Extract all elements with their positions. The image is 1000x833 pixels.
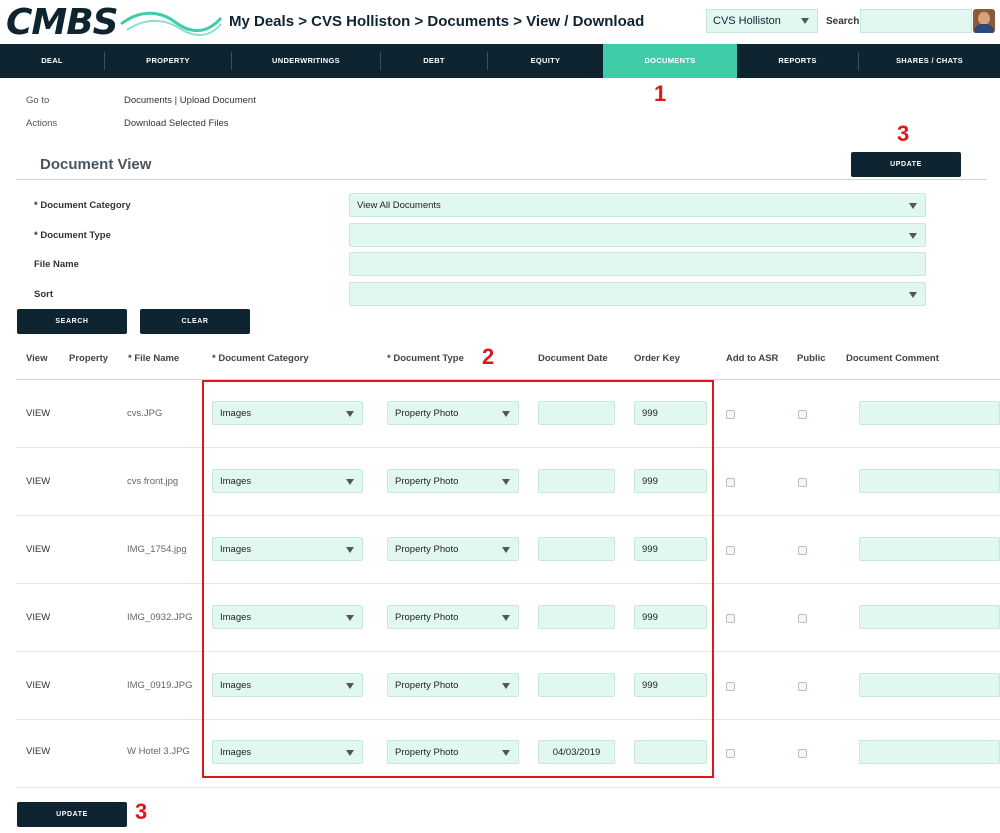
tab-equity[interactable]: EQUITY — [488, 44, 603, 78]
file-name: IMG_1754.jpg — [127, 544, 187, 555]
filename-input[interactable] — [349, 252, 926, 276]
view-link[interactable]: VIEW — [26, 544, 50, 555]
col-header-file-name: * File Name — [128, 353, 180, 364]
public-checkbox[interactable] — [798, 410, 807, 419]
category-label: * Document Category — [34, 200, 131, 211]
file-name: IMG_0919.JPG — [127, 680, 193, 691]
actions-label: Actions — [26, 118, 58, 129]
annotation-marker-1: 1 — [654, 81, 667, 106]
public-checkbox[interactable] — [798, 682, 807, 691]
type-label: * Document Type — [34, 230, 111, 241]
chevron-down-icon — [801, 18, 809, 24]
clear-button[interactable]: CLEAR — [140, 309, 250, 334]
file-name: cvs.JPG — [127, 408, 163, 419]
view-link[interactable]: VIEW — [26, 746, 50, 757]
document-comment-input[interactable] — [859, 673, 1000, 697]
chevron-down-icon — [909, 292, 917, 298]
breadcrumb: My Deals > CVS Holliston > Documents > V… — [229, 13, 645, 30]
update-button-top[interactable]: UPDATE — [851, 152, 961, 177]
add-to-asr-checkbox[interactable] — [726, 682, 735, 691]
update-button-bottom[interactable]: UPDATE — [17, 802, 127, 827]
col-header-order-key: Order Key — [634, 353, 680, 364]
add-to-asr-checkbox[interactable] — [726, 410, 735, 419]
tab-reports[interactable]: REPORTS — [737, 44, 858, 78]
main-nav: DEAL PROPERTY UNDERWRITINGS DEBT EQUITY … — [0, 44, 1000, 78]
wave-logo-icon — [120, 11, 223, 36]
col-header-document-category: * Document Category — [212, 353, 309, 364]
deal-select-value: CVS Holliston — [713, 15, 781, 27]
goto-label: Go to — [26, 95, 50, 106]
section-divider — [16, 179, 987, 180]
view-link[interactable]: VIEW — [26, 680, 50, 691]
app-header: CMBS My Deals > CVS Holliston > Document… — [0, 0, 1000, 44]
document-comment-input[interactable] — [859, 605, 1000, 629]
public-checkbox[interactable] — [798, 546, 807, 555]
public-checkbox[interactable] — [798, 478, 807, 487]
public-checkbox[interactable] — [798, 614, 807, 623]
annotation-marker-3-bottom: 3 — [135, 799, 148, 824]
add-to-asr-checkbox[interactable] — [726, 546, 735, 555]
tab-deal[interactable]: DEAL — [0, 44, 104, 78]
download-selected-link[interactable]: Download Selected Files — [124, 118, 229, 129]
sort-label: Sort — [34, 289, 53, 300]
add-to-asr-checkbox[interactable] — [726, 749, 735, 758]
col-header-view: View — [26, 353, 48, 364]
category-select[interactable]: View All Documents — [349, 193, 926, 217]
tab-documents[interactable]: DOCUMENTS — [603, 44, 737, 78]
search-label: Search — [826, 16, 860, 27]
col-header-document-comment: Document Comment — [846, 353, 939, 364]
annotation-marker-2: 2 — [482, 344, 495, 369]
highlight-box — [202, 380, 714, 778]
sort-select[interactable] — [349, 282, 926, 306]
deal-select[interactable]: CVS Holliston — [706, 9, 818, 33]
goto-links[interactable]: Documents | Upload Document — [124, 95, 256, 106]
cmbs-logo[interactable]: CMBS — [4, 2, 223, 43]
col-header-document-date: Document Date — [538, 353, 608, 364]
view-link[interactable]: VIEW — [26, 408, 50, 419]
tab-underwritings[interactable]: UNDERWRITINGS — [232, 44, 380, 78]
view-link[interactable]: VIEW — [26, 612, 50, 623]
search-input[interactable] — [860, 9, 972, 33]
file-name: cvs front.jpg — [127, 476, 179, 487]
col-header-property: Property — [69, 353, 109, 364]
add-to-asr-checkbox[interactable] — [726, 478, 735, 487]
tab-property[interactable]: PROPERTY — [105, 44, 231, 78]
public-checkbox[interactable] — [798, 749, 807, 758]
tab-shares-chats[interactable]: SHARES / CHATS — [859, 44, 1000, 78]
document-comment-input[interactable] — [859, 537, 1000, 561]
type-select[interactable] — [349, 223, 926, 247]
col-header-document-type: * Document Type — [387, 353, 464, 364]
document-comment-input[interactable] — [859, 401, 1000, 425]
chevron-down-icon — [909, 203, 917, 209]
avatar[interactable] — [973, 9, 995, 33]
chevron-down-icon — [909, 233, 917, 239]
document-comment-input[interactable] — [859, 740, 1000, 764]
search-button[interactable]: SEARCH — [17, 309, 127, 334]
page-title: Document View — [40, 156, 152, 173]
filename-label: File Name — [34, 259, 79, 270]
logo-text: CMBS — [6, 2, 119, 43]
tab-debt[interactable]: DEBT — [381, 44, 487, 78]
add-to-asr-checkbox[interactable] — [726, 614, 735, 623]
annotation-marker-3-top: 3 — [897, 121, 910, 146]
avatar-shirt — [974, 24, 994, 33]
file-name: IMG_0932.JPG — [127, 612, 193, 623]
document-comment-input[interactable] — [859, 469, 1000, 493]
view-link[interactable]: VIEW — [26, 476, 50, 487]
col-header-public: Public — [797, 353, 826, 364]
category-select-value: View All Documents — [357, 200, 441, 211]
file-name: W Hotel 3.JPG — [127, 746, 190, 757]
col-header-add-to-asr: Add to ASR — [726, 353, 779, 364]
